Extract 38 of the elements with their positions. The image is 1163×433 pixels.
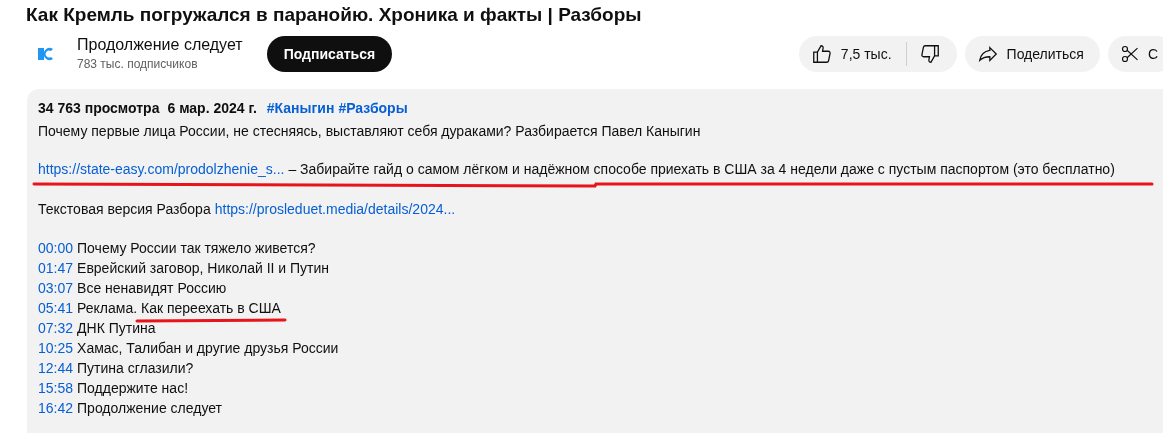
thumbs-down-icon <box>918 43 941 65</box>
clip-button[interactable]: С <box>1107 36 1163 72</box>
chapter-timestamp[interactable]: 00:00 <box>38 238 74 258</box>
hashtag-link[interactable]: #Разборы <box>338 98 408 118</box>
chapter-title: Реклама. Как переехать в США <box>77 299 281 318</box>
promo-text: – Забирайте гайд о самом лёгком и надёжном способе приехать в США за 4 недели даже с пустым паспортом (это бесплатно) <box>288 160 1115 179</box>
chapter-timestamp[interactable]: 12:44 <box>38 358 74 378</box>
chapter-timestamp[interactable]: 05:41 <box>38 298 74 318</box>
chapter-timestamp[interactable]: 03:07 <box>38 278 74 298</box>
hashtag-link[interactable]: #Каныгин <box>266 98 335 118</box>
share-arrow-icon <box>976 43 999 65</box>
chapter-timestamp[interactable]: 15:58 <box>38 378 74 398</box>
chapter-title: Продолжение следует <box>77 399 222 418</box>
channel-name[interactable]: Продолжение следует <box>77 35 243 55</box>
like-button[interactable]: 7,5 тыс. <box>798 36 906 72</box>
upload-date: 6 мар. 2024 г. <box>167 99 257 118</box>
subscribe-button[interactable]: Подписаться <box>266 36 393 72</box>
chapter-timestamp[interactable]: 10:25 <box>38 338 74 358</box>
subscriber-count: 783 тыс. подписчиков <box>77 56 199 73</box>
chapter-timestamp[interactable]: 07:32 <box>38 318 74 338</box>
chapter-title: Поддержите нас! <box>77 379 189 398</box>
scissors-icon <box>1119 44 1140 64</box>
text-version-link[interactable]: https://prosleduet.media/details/2024... <box>214 199 456 219</box>
chapter-timestamp[interactable]: 01:47 <box>38 258 74 278</box>
chapter-timestamp[interactable]: 16:42 <box>38 398 74 418</box>
chapter-title: Все ненавидят Россию <box>77 279 227 298</box>
chapter-title: ДНК Путина <box>77 319 156 338</box>
chapter-title: Почему России так тяжело живется? <box>77 239 316 258</box>
video-title: Как Кремль погружался в паранойю. Хроника и факты | Разборы <box>26 3 642 28</box>
chapter-title: Еврейский заговор, Николай II и Путин <box>77 259 330 278</box>
view-count: 34 763 просмотра <box>38 99 160 118</box>
chapter-title: Путина сглазили? <box>77 359 194 378</box>
chapter-title: Хамас, Талибан и другие друзья России <box>77 339 339 358</box>
promo-link[interactable]: https://state-easy.com/prodolzhenie_s... <box>38 159 285 179</box>
description-text: Почему первые лица России, не стесняясь, выставляют себя дураками? Разбирается Павел Каныгин <box>38 122 702 141</box>
text-version-label: Текстовая версия Разбора <box>38 200 211 219</box>
share-button[interactable]: Поделиться <box>964 36 1100 72</box>
thumbs-up-icon <box>810 43 833 65</box>
